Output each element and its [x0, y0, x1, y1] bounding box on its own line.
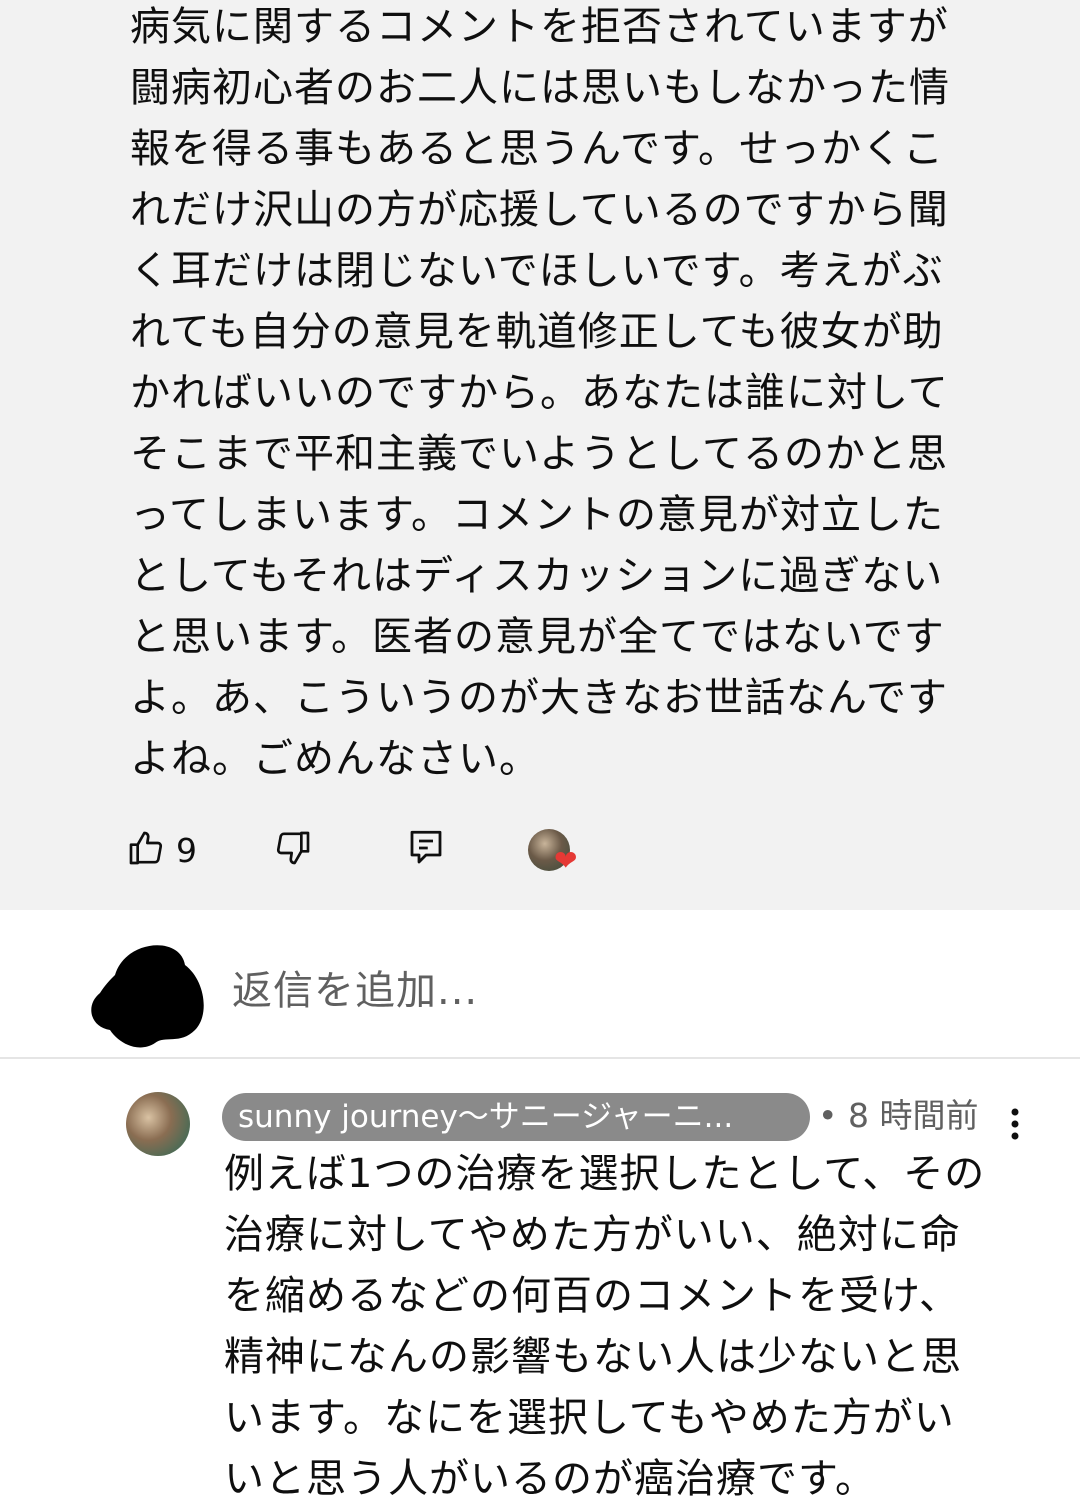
thumb-down-icon	[273, 828, 313, 872]
like-count: 9	[176, 830, 197, 870]
reply-button[interactable]	[405, 820, 447, 880]
comment-card: 病気に関するコメントを拒否されていますが 闘病初心者のお二人には思いもしなかった…	[0, 0, 1080, 910]
divider	[0, 1057, 1080, 1059]
reply-text: 例えば1つの治療を選択したとして、その 治療に対してやめた方がいい、絶対に命 を…	[224, 1151, 986, 1502]
comment-text: 病気に関するコメントを拒否されていますが 闘病初心者のお二人には思いもしなかった…	[130, 4, 950, 782]
reply-input[interactable]: 返信を追加...	[232, 958, 478, 1016]
more-options-button[interactable]	[1000, 1102, 1030, 1146]
comment-reply-icon	[405, 827, 447, 873]
reply-author-avatar[interactable]	[126, 1092, 190, 1156]
reply-author-name[interactable]: sunny journey〜サニージャーニ...	[222, 1093, 810, 1141]
thumb-up-icon	[126, 828, 166, 872]
avatar	[85, 935, 210, 1050]
like-button[interactable]: 9	[126, 820, 197, 880]
creator-heart: ❤	[528, 820, 588, 880]
reply-timestamp: • 8 時間前	[818, 1096, 979, 1135]
comment-action-bar: 9 ❤	[0, 820, 1080, 880]
creator-avatar: ❤	[528, 829, 577, 875]
dislike-button[interactable]	[273, 820, 313, 880]
creator-heart-icon: ❤	[554, 844, 578, 877]
